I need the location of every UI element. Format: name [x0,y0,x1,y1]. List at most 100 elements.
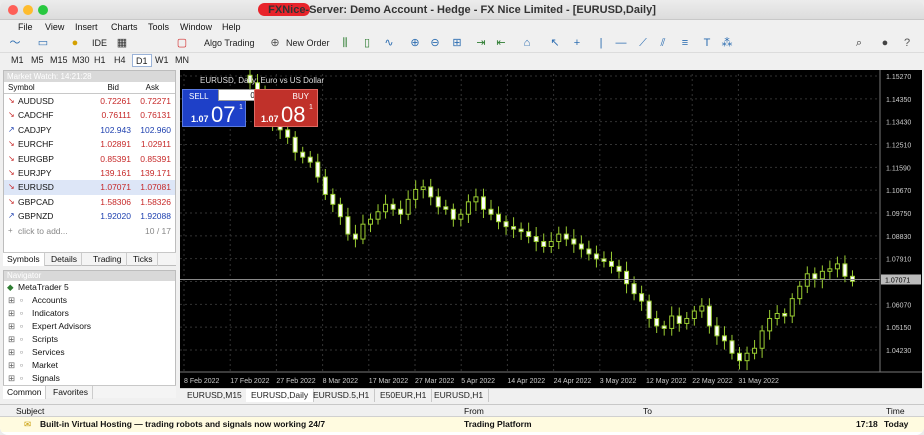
expand-icon[interactable]: ⊞ [8,294,15,307]
tab-favorites[interactable]: Favorites [49,386,93,399]
expand-icon[interactable]: ⊞ [8,333,15,346]
crosshair-icon[interactable]: + [570,37,584,50]
nav-item[interactable]: ⊞ ▫ Scripts [4,333,175,346]
line-chart-icon[interactable]: ∿ [382,37,396,50]
market-watch-row[interactable]: ↘ EURGBP 0.85391 0.85391 [4,152,175,166]
ask-price: 0.76131 [140,108,171,122]
expand-icon[interactable]: ⊞ [8,359,15,372]
chart-shift-icon[interactable]: ⇤ [494,37,508,50]
bar-chart-icon[interactable]: ⫼ [338,37,352,50]
market-coin-icon[interactable]: ● [68,37,82,50]
fibonacci-icon[interactable]: ≡ [678,37,692,50]
tf-h1[interactable]: H1 [91,54,109,67]
nav-item-icon: ▫ [20,372,23,385]
chart-tab-eurusd-m15[interactable]: EURUSD,M15 [182,389,248,402]
col-bid[interactable]: Bid [107,82,119,94]
tf-m30[interactable]: M30 [69,54,93,67]
menu-window[interactable]: Window [180,22,212,32]
cursor-icon[interactable]: ↖ [548,37,562,50]
ide-button[interactable]: IDE [92,36,107,51]
menu-tools[interactable]: Tools [148,22,169,32]
market-watch-row[interactable]: ↘ CADCHF 0.76111 0.76131 [4,108,175,122]
text-icon[interactable]: T [700,37,714,50]
tab-trading[interactable]: Trading [89,253,127,266]
new-order-icon[interactable]: ⊕ [268,37,282,50]
add-symbol-row[interactable]: + click to add... 10 / 17 [4,224,175,238]
menu-insert[interactable]: Insert [75,22,98,32]
col-to[interactable]: To [643,405,652,417]
buy-button[interactable]: BUY 1.07 08 1 [254,89,318,127]
nav-item[interactable]: ⊞ ▫ Signals [4,372,175,385]
market-watch-row[interactable]: ↗ GBPNZD 1.92020 1.92088 [4,209,175,223]
tab-ticks[interactable]: Ticks [129,253,158,266]
nav-root[interactable]: ◆ MetaTrader 5 [4,281,175,294]
nav-item[interactable]: ⊞ ▫ Indicators [4,307,175,320]
algo-trading-button[interactable]: Algo Trading [204,36,255,51]
nav-item-icon: ▫ [20,359,23,372]
col-time[interactable]: Time [886,405,905,417]
col-ask[interactable]: Ask [146,82,159,94]
nav-item[interactable]: ⊞ ▫ Market [4,359,175,372]
market-watch-row[interactable]: ↗ CADJPY 102.943 102.960 [4,123,175,137]
shapes-icon[interactable]: ⁂ [720,37,734,50]
vertical-line-icon[interactable]: | [594,37,608,50]
help-icon[interactable]: ? [900,37,914,50]
x-tick-label: 27 Mar 2022 [415,378,454,385]
market-watch-row[interactable]: ↘ EURJPY 139.161 139.171 [4,166,175,180]
horizontal-line-icon[interactable]: — [614,37,628,50]
scroll-chart-icon[interactable]: ⇥ [474,37,488,50]
market-watch-row[interactable]: ↘ GBPCAD 1.58306 1.58326 [4,195,175,209]
channel-icon[interactable]: ⫽ [656,37,670,50]
bid-price: 1.92020 [100,209,131,223]
market-watch-row[interactable]: ↘ EURUSD 1.07071 1.07081 [4,180,175,194]
nav-item[interactable]: ⊞ ▫ Expert Advisors [4,320,175,333]
chart-type-icon[interactable]: 〜 [8,37,22,50]
tf-w1[interactable]: W1 [152,54,172,67]
chart-tab-e50eur-h1[interactable]: E50EUR,H1 [375,389,432,402]
menu-view[interactable]: View [45,22,64,32]
profile-icon[interactable]: ● [878,37,892,50]
nav-item[interactable]: ⊞ ▫ Services [4,346,175,359]
candle-body [504,222,508,227]
candle-body [489,209,493,214]
screenshot-icon[interactable]: ⌂ [520,37,534,50]
strategy-tester-icon[interactable]: ▦ [115,37,129,50]
tf-m5[interactable]: M5 [28,54,47,67]
menu-help[interactable]: Help [222,22,241,32]
candle-body [338,204,342,216]
market-watch-row[interactable]: ↘ EURCHF 1.02891 1.02911 [4,137,175,151]
tf-mn[interactable]: MN [172,54,192,67]
tf-h4[interactable]: H4 [111,54,129,67]
tab-details[interactable]: Details [47,253,82,266]
expand-icon[interactable]: ⊞ [8,372,15,385]
tf-d1[interactable]: D1 [132,54,152,67]
menu-file[interactable]: File [18,22,33,32]
expand-icon[interactable]: ⊞ [8,346,15,359]
candles-icon[interactable]: ▯ [360,37,374,50]
expand-icon[interactable]: ⊞ [8,320,15,333]
menu-charts[interactable]: Charts [111,22,138,32]
zoom-out-icon[interactable]: ⊖ [428,37,442,50]
new-order-button[interactable]: New Order [286,36,330,51]
chart-tab-eurusd-daily[interactable]: EURUSD,Daily [246,389,314,402]
col-from[interactable]: From [464,405,484,417]
bid-price: 139.161 [100,166,131,180]
tf-m1[interactable]: M1 [8,54,27,67]
nav-item[interactable]: ⊞ ▫ Accounts [4,294,175,307]
trendline-icon[interactable]: ⟋ [636,37,650,50]
expand-icon[interactable]: ⊞ [8,307,15,320]
search-icon[interactable]: ⌕ [852,37,866,50]
market-watch-row[interactable]: ↘ AUDUSD 0.72261 0.72271 [4,94,175,108]
news-row[interactable]: ✉ Built-in Virtual Hosting — trading rob… [0,417,924,432]
algo-trading-icon[interactable]: ▢ [175,37,189,50]
tf-m15[interactable]: M15 [47,54,71,67]
new-chart-icon[interactable]: ▭ [36,37,50,50]
tab-common[interactable]: Common [3,386,46,399]
chart-tab-eurusd-h1[interactable]: EURUSD,H1 [429,389,489,402]
tile-windows-icon[interactable]: ⊞ [450,37,464,50]
col-subject[interactable]: Subject [16,405,44,417]
chart-tab-eurusd5-h1[interactable]: EURUSD.5,H1 [308,389,375,402]
tab-symbols[interactable]: Symbols [3,253,45,266]
zoom-in-icon[interactable]: ⊕ [408,37,422,50]
col-symbol[interactable]: Symbol [8,82,35,94]
